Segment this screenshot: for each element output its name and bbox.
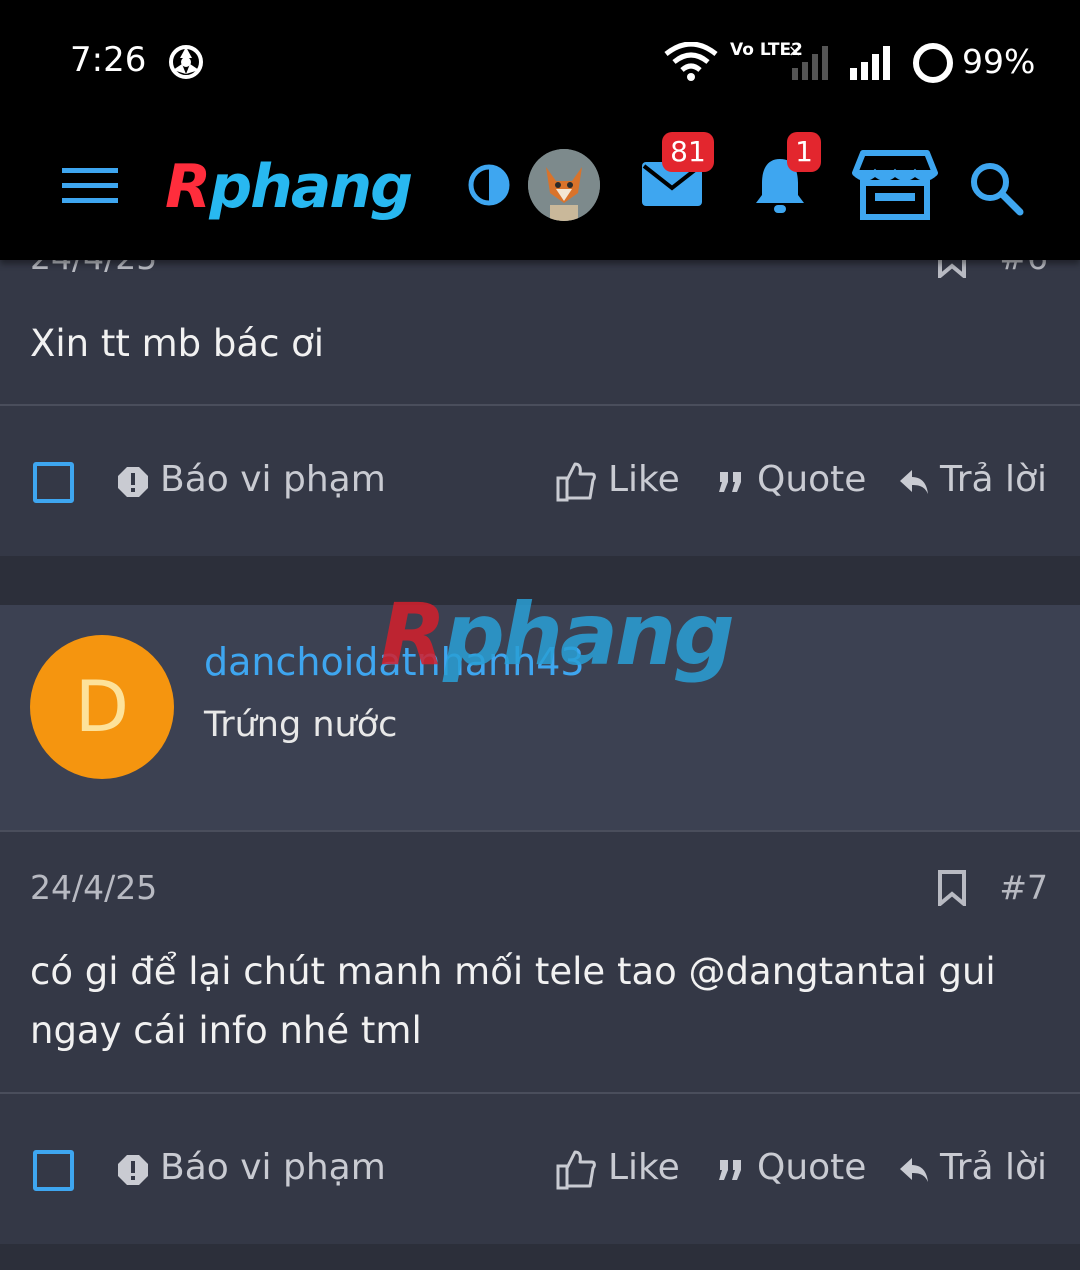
report-link[interactable]: Báo vi phạm xyxy=(160,459,386,500)
logo-text: phang xyxy=(209,152,413,222)
site-logo[interactable]: Rphang xyxy=(165,152,413,222)
like-icon[interactable] xyxy=(556,462,596,502)
clock: 7:26 xyxy=(70,40,147,80)
bookmark-icon[interactable] xyxy=(936,870,968,906)
wifi-icon xyxy=(664,42,718,81)
watermark-logo: Rphang xyxy=(380,585,735,685)
post-7: 24/4/25 #7 có gi để lại chút manh mối te… xyxy=(0,832,1080,1244)
reply-icon[interactable] xyxy=(898,1156,930,1184)
reply-link[interactable]: Trả lời xyxy=(940,459,1047,500)
quote-icon[interactable] xyxy=(718,472,744,492)
reply-icon[interactable] xyxy=(898,468,930,496)
post-6: 24/4/25 #6 Xin tt mb bác ơi Báo vi phạm … xyxy=(0,238,1080,556)
post-number[interactable]: #7 xyxy=(999,868,1048,907)
quote-link[interactable]: Quote xyxy=(757,1147,866,1188)
app-notification-icon xyxy=(169,45,203,79)
report-icon[interactable] xyxy=(117,1154,149,1186)
signal-icon xyxy=(850,46,890,80)
like-link[interactable]: Like xyxy=(608,459,680,500)
post-divider xyxy=(0,404,1080,406)
report-link[interactable]: Báo vi phạm xyxy=(160,1147,386,1188)
menu-icon[interactable] xyxy=(62,166,118,206)
quote-link[interactable]: Quote xyxy=(757,459,866,500)
quote-icon[interactable] xyxy=(718,1160,744,1180)
reply-link[interactable]: Trả lời xyxy=(940,1147,1047,1188)
watermark-text: phang xyxy=(443,585,735,685)
fox-avatar-icon xyxy=(528,149,600,221)
like-icon[interactable] xyxy=(556,1150,596,1190)
messages-badge: 81 xyxy=(662,132,714,172)
user-avatar[interactable] xyxy=(528,149,600,221)
theme-toggle-icon[interactable] xyxy=(467,163,511,207)
battery-ring-icon xyxy=(913,43,953,83)
post-message-line2: ngay cái info nhé tml xyxy=(30,1009,422,1052)
signal-sim2-icon: × xyxy=(788,44,828,80)
site-header: Rphang 81 1 xyxy=(0,125,1080,260)
battery-percent: 99% xyxy=(962,42,1036,81)
store-icon[interactable] xyxy=(851,149,939,221)
author-avatar[interactable]: D xyxy=(30,635,174,779)
post-message: Xin tt mb bác ơi xyxy=(30,322,325,365)
select-checkbox[interactable] xyxy=(33,462,74,503)
logo-letter: R xyxy=(165,152,211,222)
like-link[interactable]: Like xyxy=(608,1147,680,1188)
report-icon[interactable] xyxy=(117,466,149,498)
post-date: 24/4/25 xyxy=(30,868,158,907)
post-divider xyxy=(0,1092,1080,1094)
notifications-badge: 1 xyxy=(787,132,821,172)
status-bar: 7:26 Vo LTE2 × 99% xyxy=(0,0,1080,125)
post-message-line1: có gi để lại chút manh mối tele tao @dan… xyxy=(30,950,996,993)
author-title: Trứng nước xyxy=(204,705,398,745)
select-checkbox[interactable] xyxy=(33,1150,74,1191)
svg-text:×: × xyxy=(788,44,801,60)
watermark-letter: R xyxy=(380,585,446,685)
search-icon[interactable] xyxy=(968,160,1024,216)
